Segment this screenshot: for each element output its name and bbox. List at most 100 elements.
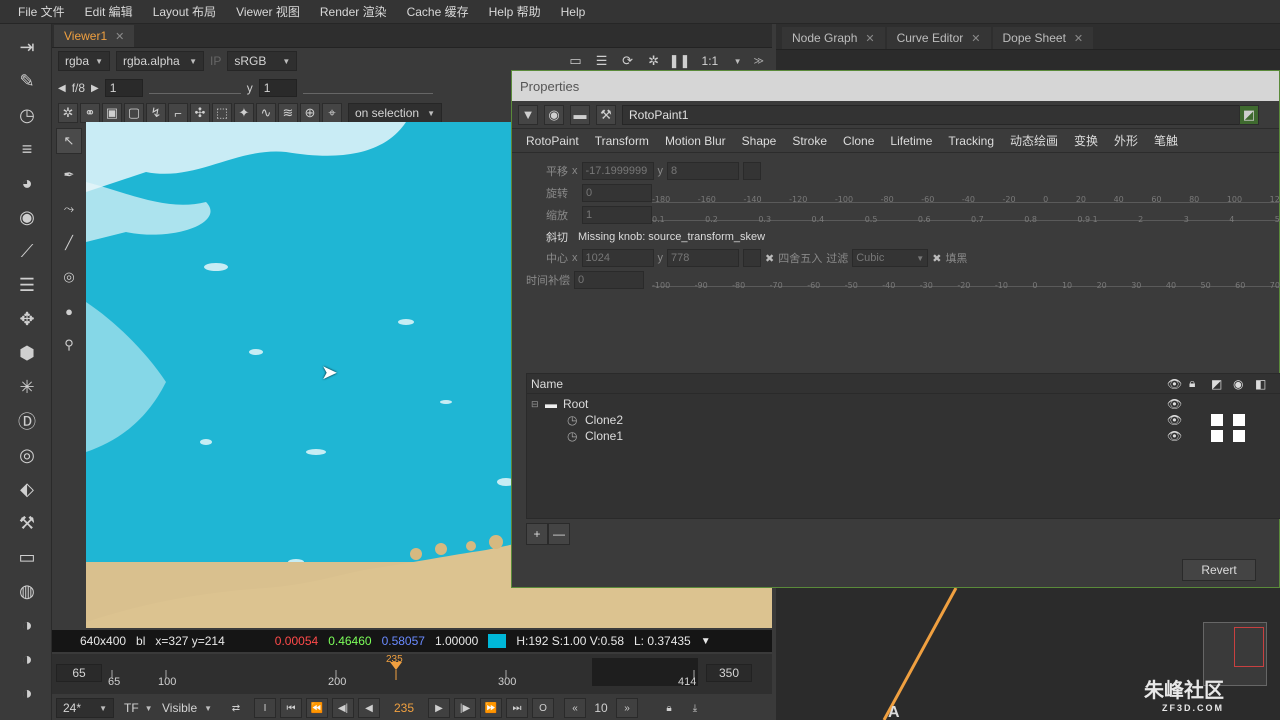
- tab-tracking[interactable]: Tracking: [940, 134, 1002, 148]
- current-frame-field[interactable]: 235: [384, 701, 424, 715]
- eye-icon[interactable]: 👁︎: [1167, 413, 1182, 427]
- tab-clone[interactable]: Clone: [835, 134, 882, 148]
- image-nodes-icon[interactable]: ⇥: [14, 34, 40, 60]
- filter-dropdown[interactable]: Cubic ▼: [852, 249, 929, 267]
- rotate-field[interactable]: 0: [582, 184, 652, 202]
- tab-rotopaint[interactable]: RotoPaint: [518, 134, 587, 148]
- metadata-icon[interactable]: ⬖: [14, 476, 40, 502]
- collapse-toggle-icon[interactable]: ⊟: [531, 399, 545, 410]
- plugin-3-icon[interactable]: ◑: [14, 680, 40, 706]
- gamma-field[interactable]: 1: [258, 79, 297, 97]
- tab-dope-sheet[interactable]: Dope Sheet ✕: [992, 27, 1094, 49]
- toolsets-icon[interactable]: ⚒: [14, 510, 40, 536]
- refresh-icon[interactable]: ⟳: [618, 51, 638, 71]
- plugin-2-icon[interactable]: ◑: [14, 646, 40, 672]
- close-icon[interactable]: ✕: [865, 32, 874, 45]
- scale-slider[interactable]: 0.1 0.2 0.3 0.4 0.5 0.6 0.7 0.8 0.9 1 2 3 4 5: [652, 203, 1280, 224]
- close-icon[interactable]: ✕: [115, 30, 124, 43]
- menu-file[interactable]: File 文件: [8, 3, 75, 20]
- wave-icon[interactable]: ≋: [278, 103, 298, 123]
- curve-icon[interactable]: ∿: [256, 103, 276, 123]
- tab-viewer1[interactable]: Viewer1 ✕: [54, 25, 135, 47]
- play-backward-icon[interactable]: ◀: [358, 698, 380, 718]
- menu-viewer[interactable]: Viewer 视图: [226, 3, 310, 20]
- particles-icon[interactable]: ✳: [14, 374, 40, 400]
- furnace-icon[interactable]: ◍: [14, 578, 40, 604]
- center-x-field[interactable]: 1024: [581, 249, 654, 267]
- eye-icon[interactable]: 👁︎: [1167, 397, 1182, 411]
- translate-y-field[interactable]: 8: [667, 162, 739, 180]
- lock-icon[interactable]: ▣: [102, 103, 122, 123]
- menu-cache[interactable]: Cache 缓存: [397, 3, 479, 20]
- tree-row-clone1[interactable]: ◷ Clone1 👁︎: [527, 428, 1280, 444]
- gear-icon[interactable]: ✲: [58, 103, 78, 123]
- feather-icon[interactable]: ✣: [190, 103, 210, 123]
- pivot-icon[interactable]: ⌖: [322, 103, 342, 123]
- prev-frame-icon[interactable]: ◀|: [332, 698, 354, 718]
- cusp-icon[interactable]: ⌐: [168, 103, 188, 123]
- color-nodes-icon[interactable]: ◕: [14, 170, 40, 196]
- tab-transform-cn[interactable]: 变换: [1066, 132, 1106, 149]
- menu-help-cn[interactable]: Help 帮助: [479, 3, 551, 20]
- play-forward-icon[interactable]: ▶: [428, 698, 450, 718]
- smooth-icon[interactable]: ↯: [146, 103, 166, 123]
- time-offset-slider[interactable]: -100 -90 -80 -70 -60 -50 -40 -30 -20 -10 0 10 20 30 40…: [652, 269, 1280, 290]
- overlay-column-icon[interactable]: ◉: [1233, 377, 1243, 391]
- next-keyframe-icon[interactable]: ⏩: [480, 698, 502, 718]
- next-frame-icon[interactable]: |▶: [454, 698, 476, 718]
- step-forward-icon[interactable]: »: [616, 698, 638, 718]
- gamma-slider[interactable]: [302, 82, 433, 94]
- bbox-icon[interactable]: ▢: [124, 103, 144, 123]
- roi-icon[interactable]: ☰: [592, 51, 612, 71]
- tab-transform[interactable]: Transform: [587, 134, 657, 148]
- tab-node-graph[interactable]: Node Graph ✕: [782, 27, 885, 49]
- time-nodes-icon[interactable]: ◷: [14, 102, 40, 128]
- round-checkbox[interactable]: ✖: [765, 252, 774, 265]
- timecode-dropdown[interactable]: TF ▼: [118, 698, 153, 718]
- translate-x-field[interactable]: -17.1999999: [581, 162, 654, 180]
- in-point-field[interactable]: 65: [56, 664, 102, 682]
- frame-increment-field[interactable]: 10: [590, 701, 612, 715]
- prev-keyframe-icon[interactable]: ⏪: [306, 698, 328, 718]
- prev-fstop-icon[interactable]: ◀: [58, 83, 66, 94]
- lock-icon[interactable]: 🔒︎: [658, 698, 680, 718]
- step-back-icon[interactable]: «: [564, 698, 586, 718]
- animation-menu-icon[interactable]: [743, 162, 761, 180]
- pen-tool-icon[interactable]: ✒: [56, 162, 82, 188]
- gain-slider[interactable]: [148, 82, 241, 94]
- blur-tool-icon[interactable]: ●: [56, 298, 82, 324]
- tab-paint-anim[interactable]: 动态绘画: [1002, 132, 1066, 149]
- chevron-down-icon[interactable]: ▼: [701, 636, 711, 647]
- loop-icon[interactable]: ⇄: [222, 698, 250, 718]
- tab-curve-editor[interactable]: Curve Editor ✕: [886, 27, 991, 49]
- first-frame-icon[interactable]: ⏮: [280, 698, 302, 718]
- last-frame-icon[interactable]: ⏭: [506, 698, 528, 718]
- center-node-icon[interactable]: ◉: [544, 104, 564, 125]
- draw-nodes-icon[interactable]: ✎: [14, 68, 40, 94]
- selection-mode-dropdown[interactable]: on selection ▼: [348, 103, 442, 123]
- color-column-icon[interactable]: ◩: [1211, 377, 1222, 391]
- out-point-field[interactable]: 350: [706, 664, 752, 682]
- expand-icon[interactable]: ≫: [754, 56, 764, 67]
- center-y-field[interactable]: 778: [667, 249, 739, 267]
- bspline-tool-icon[interactable]: ⤳: [56, 196, 82, 222]
- close-icon[interactable]: ✕: [971, 32, 980, 45]
- link-icon[interactable]: ⚭: [80, 103, 100, 123]
- lock-column-icon[interactable]: 🔒︎: [1189, 376, 1195, 391]
- ripple-icon[interactable]: ✦: [234, 103, 254, 123]
- close-icon[interactable]: ✕: [1074, 32, 1083, 45]
- timeline-ruler[interactable]: [108, 658, 698, 692]
- other-nodes-icon[interactable]: ▭: [14, 544, 40, 570]
- merge-nodes-icon[interactable]: ☰: [14, 272, 40, 298]
- clone-tool-icon[interactable]: ◎: [56, 264, 82, 290]
- menu-help[interactable]: Help: [551, 5, 596, 19]
- alpha-dropdown[interactable]: rgba.alpha ▼: [116, 51, 204, 71]
- overlay-swatch[interactable]: [1233, 430, 1245, 442]
- dodge-tool-icon[interactable]: ⚲: [56, 332, 82, 358]
- menu-render[interactable]: Render 渲染: [310, 3, 397, 20]
- add-shape-button[interactable]: +: [526, 523, 548, 545]
- tab-shape-cn[interactable]: 外形: [1106, 132, 1146, 149]
- channel-nodes-icon[interactable]: ≡: [14, 136, 40, 162]
- visible-column-icon[interactable]: 👁︎: [1167, 377, 1182, 391]
- set-in-button[interactable]: I: [254, 698, 276, 718]
